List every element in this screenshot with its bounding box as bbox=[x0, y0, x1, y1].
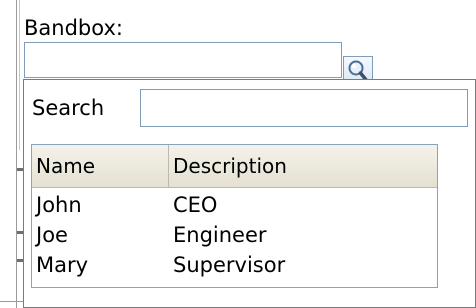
list-item[interactable]: Mary Supervisor bbox=[32, 250, 437, 280]
search-label: Search bbox=[32, 96, 105, 120]
cell-name: Joe bbox=[36, 223, 68, 247]
bandbox-popup: Search Name Description John CEO Joe Eng… bbox=[23, 79, 476, 308]
cell-description: CEO bbox=[173, 193, 218, 217]
column-header-label: Description bbox=[173, 154, 287, 178]
window: Bandbox: Search Name Description John CE… bbox=[0, 0, 476, 308]
bandbox-label: Bandbox: bbox=[24, 16, 123, 40]
column-header-name[interactable]: Name bbox=[32, 145, 169, 187]
panel-inner-border bbox=[19, 0, 20, 150]
bandbox-input[interactable] bbox=[24, 42, 342, 78]
column-header-label: Name bbox=[36, 154, 96, 178]
cell-description: Engineer bbox=[173, 223, 267, 247]
search-input[interactable] bbox=[140, 89, 468, 127]
cell-description: Supervisor bbox=[173, 253, 286, 277]
cell-name: John bbox=[36, 193, 82, 217]
listbox-header: Name Description bbox=[32, 145, 437, 188]
cell-name: Mary bbox=[36, 253, 89, 277]
list-item[interactable]: Joe Engineer bbox=[32, 220, 437, 250]
column-header-description[interactable]: Description bbox=[169, 145, 437, 187]
results-listbox: Name Description John CEO Joe Engineer M… bbox=[31, 144, 438, 288]
list-item[interactable]: John CEO bbox=[32, 190, 437, 220]
